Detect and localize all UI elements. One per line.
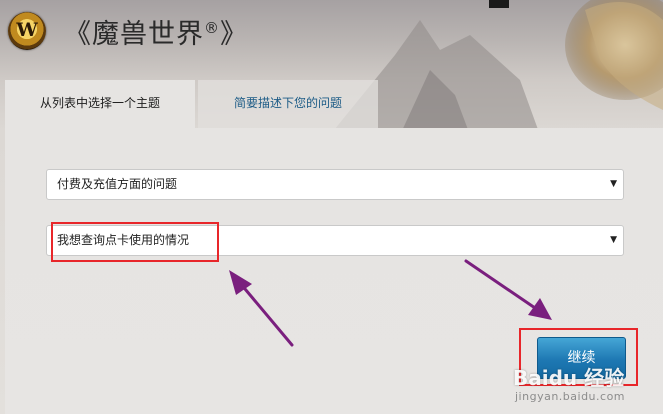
annotation-arrow-icon	[229, 270, 294, 347]
annotation-arrows	[229, 259, 552, 347]
annotation-arrow-icon	[464, 259, 552, 320]
watermark-url: jingyan.baidu.com	[515, 390, 626, 403]
watermark-logo: Baidu 经验	[513, 366, 625, 390]
baidu-jingyan-watermark: Baidu 经验 jingyan.baidu.com	[513, 362, 663, 412]
